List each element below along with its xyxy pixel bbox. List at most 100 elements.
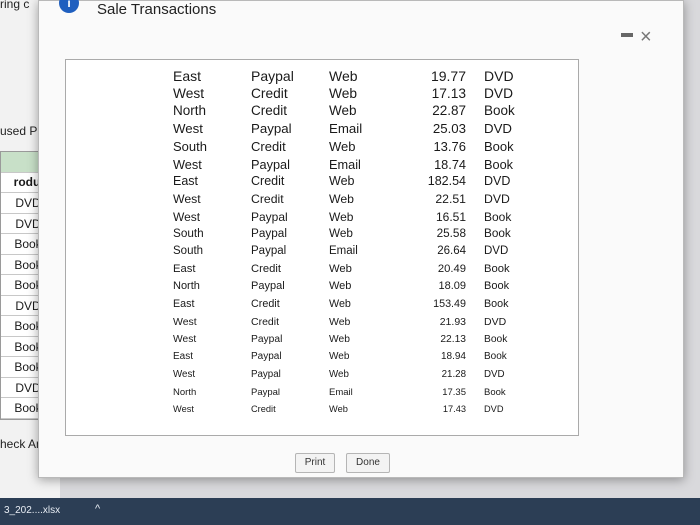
payment-cell: Paypal	[251, 156, 290, 172]
channel-cell: Web	[329, 262, 352, 275]
table-row: East Credit Web 182.54 DVD	[66, 174, 578, 192]
payment-cell: Paypal	[251, 351, 282, 363]
payment-cell: Paypal	[251, 368, 281, 380]
amount-cell: 22.13	[440, 333, 466, 345]
amount-cell: 22.87	[432, 103, 466, 119]
amount-cell: 17.13	[431, 85, 466, 101]
channel-cell: Web	[329, 227, 353, 241]
product-cell: Book	[484, 280, 510, 293]
region-cell: East	[173, 174, 199, 189]
region-cell: East	[173, 262, 196, 275]
table-row: North Paypal Web 18.09 Book	[66, 280, 578, 298]
table-row: South Paypal Email 26.64 DVD	[66, 245, 578, 263]
payment-cell: Credit	[251, 191, 284, 206]
table-row: East Paypal Web 18.94 Book	[66, 351, 578, 369]
region-cell: North	[173, 280, 200, 293]
table-row: North Paypal Email 17.35 Book	[66, 387, 578, 405]
region-cell: West	[173, 85, 205, 101]
product-cell: DVD	[484, 368, 505, 380]
table-row: North Credit Web 22.87 Book	[66, 103, 578, 121]
amount-cell: 18.74	[434, 156, 466, 172]
product-cell: Book	[484, 333, 508, 345]
sale-transactions-dialog: i Sale Transactions × East Paypal Web 19.77…	[38, 0, 684, 478]
table-row: West Paypal Web 16.51 Book	[66, 210, 578, 228]
payment-cell: Credit	[251, 174, 285, 189]
region-cell: West	[173, 156, 202, 172]
product-cell: DVD	[484, 315, 507, 328]
channel-cell: Web	[329, 191, 354, 206]
print-button[interactable]: Print	[295, 453, 335, 473]
table-row: East Paypal Web 19.77 DVD	[66, 68, 578, 86]
product-cell: Book	[484, 103, 515, 119]
product-cell: DVD	[484, 174, 511, 189]
product-cell: Book	[484, 138, 514, 154]
region-cell: South	[173, 138, 207, 154]
minimize-button[interactable]	[621, 33, 633, 37]
region-cell: West	[173, 121, 203, 137]
payment-cell: Credit	[251, 315, 280, 328]
region-cell: North	[173, 103, 207, 119]
region-cell: South	[173, 245, 204, 257]
table-row: West Paypal Email 25.03 DVD	[66, 121, 578, 139]
table-row: East Credit Web 153.49 Book	[66, 298, 578, 316]
channel-cell: Email	[329, 121, 363, 137]
region-cell: North	[173, 386, 197, 398]
payment-cell: Paypal	[251, 227, 287, 241]
product-cell: Book	[484, 386, 506, 398]
payment-cell: Credit	[251, 138, 286, 154]
region-cell: East	[173, 351, 194, 363]
payment-cell: Credit	[251, 404, 276, 415]
product-cell: Book	[484, 227, 511, 241]
amount-cell: 20.49	[437, 262, 466, 275]
channel-cell: Web	[329, 68, 358, 84]
taskbar: 3_202....xlsx ^	[0, 498, 700, 525]
table-row: South Credit Web 13.76 Book	[66, 139, 578, 157]
product-cell: Book	[484, 351, 507, 363]
channel-cell: Web	[329, 174, 355, 189]
product-cell: DVD	[484, 121, 512, 137]
channel-cell: Web	[329, 138, 356, 154]
region-cell: West	[173, 315, 197, 328]
product-cell: DVD	[484, 404, 504, 415]
table-row: West Credit Web 17.13 DVD	[66, 86, 578, 104]
table-row: West Credit Web 21.93 DVD	[66, 316, 578, 334]
channel-cell: Email	[329, 386, 353, 398]
payment-cell: Paypal	[251, 333, 283, 345]
channel-cell: Web	[329, 333, 350, 345]
channel-cell: Web	[329, 368, 349, 380]
payment-cell: Paypal	[251, 209, 288, 224]
product-cell: DVD	[484, 68, 514, 84]
region-cell: West	[173, 368, 196, 380]
background-fragment-used: used P	[0, 124, 38, 138]
amount-cell: 21.28	[441, 368, 466, 380]
product-cell: DVD	[484, 85, 514, 101]
channel-cell: Web	[329, 280, 352, 293]
amount-cell: 18.09	[438, 280, 466, 293]
region-cell: South	[173, 227, 204, 241]
payment-cell: Paypal	[251, 280, 285, 293]
amount-cell: 21.93	[439, 315, 466, 328]
table-row: West Paypal Web 21.28 DVD	[66, 369, 578, 387]
channel-cell: Web	[329, 85, 358, 101]
payment-cell: Credit	[251, 262, 282, 275]
product-cell: Book	[484, 156, 514, 172]
amount-cell: 19.77	[430, 68, 466, 84]
amount-cell: 25.58	[436, 227, 466, 241]
download-file-name[interactable]: 3_202....xlsx	[4, 505, 60, 516]
amount-cell: 13.76	[433, 138, 466, 154]
payment-cell: Paypal	[251, 386, 281, 398]
info-icon: i	[59, 0, 79, 13]
product-cell: Book	[484, 298, 509, 311]
amount-cell: 22.51	[435, 191, 466, 206]
region-cell: West	[173, 333, 197, 345]
close-icon[interactable]: ×	[640, 27, 652, 47]
amount-cell: 16.51	[435, 209, 466, 224]
product-cell: Book	[484, 262, 510, 275]
amount-cell: 17.43	[442, 404, 466, 415]
region-cell: West	[173, 404, 194, 415]
channel-cell: Email	[329, 156, 361, 172]
payment-cell: Paypal	[251, 68, 294, 84]
amount-cell: 182.54	[427, 174, 466, 189]
chevron-up-icon[interactable]: ^	[95, 503, 100, 515]
done-button[interactable]: Done	[346, 453, 390, 473]
